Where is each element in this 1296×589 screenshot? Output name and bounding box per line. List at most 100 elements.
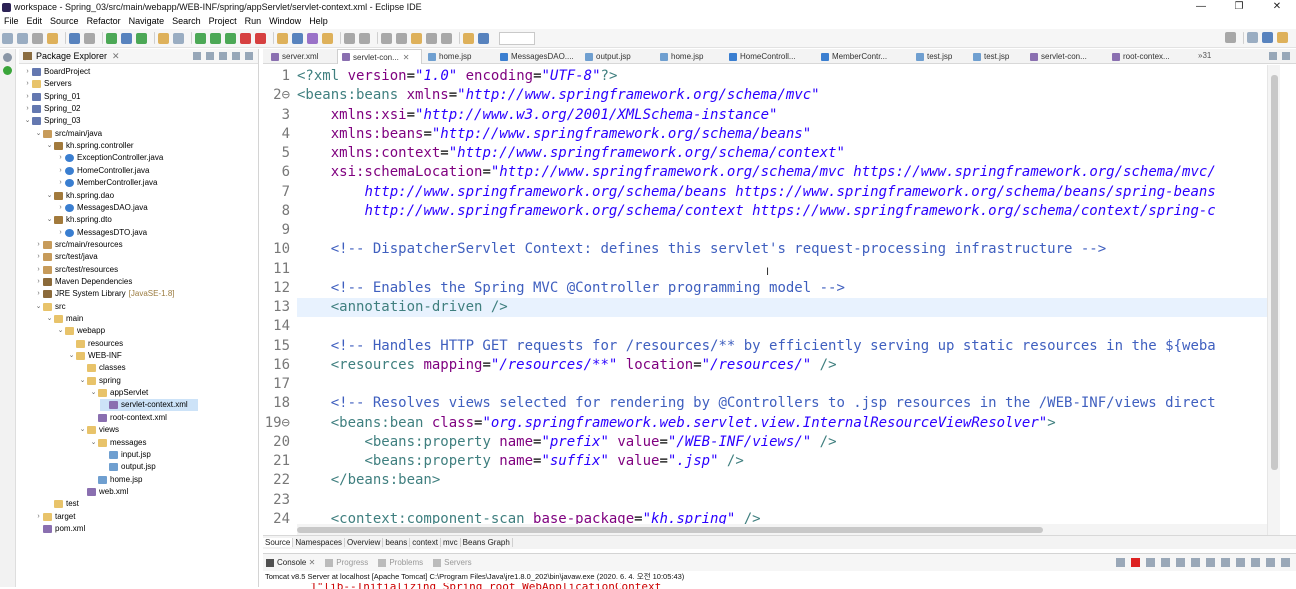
remove-all-icon[interactable] (1161, 558, 1170, 567)
tab-source[interactable]: Source (263, 538, 294, 547)
save-all-icon[interactable] (32, 32, 43, 44)
close-tab-icon[interactable]: ✕ (403, 53, 410, 62)
open-perspective-icon[interactable] (1247, 32, 1258, 43)
tree-item[interactable]: ⌄ webapp (56, 325, 105, 337)
show-on-output-icon[interactable] (1221, 558, 1230, 567)
tab-mvc[interactable]: mvc (441, 538, 461, 547)
chevron-right-icon[interactable]: › (23, 78, 32, 90)
close-window-button[interactable]: ✕ (1258, 0, 1296, 14)
tree-item[interactable]: ⌄ appServlet (89, 387, 148, 399)
search-icon[interactable] (1225, 32, 1236, 43)
java-perspective-icon[interactable] (1277, 32, 1288, 43)
chevron-down-icon[interactable]: ⌄ (34, 128, 43, 140)
chevron-down-icon[interactable]: ⌄ (34, 301, 43, 313)
tab-servers[interactable]: Servers (433, 558, 472, 567)
tree-item[interactable]: › Servers (23, 78, 72, 90)
pin-editor-icon[interactable] (463, 32, 474, 44)
menu-search[interactable]: Search (168, 16, 205, 26)
tab-problems[interactable]: Problems (378, 558, 423, 567)
next-annotation-icon[interactable] (381, 32, 392, 44)
new-spring-project-icon[interactable] (158, 32, 169, 44)
editor-tab[interactable]: server.xml (267, 49, 335, 64)
tree-item[interactable]: output.jsp (100, 461, 156, 473)
horizontal-scroll-thumb[interactable] (297, 527, 1043, 533)
clear-console-icon[interactable] (1176, 558, 1185, 567)
code-line[interactable]: <beans:property name="suffix" value=".js… (297, 452, 743, 471)
tree-item[interactable]: pom.xml (34, 523, 85, 535)
chevron-down-icon[interactable]: ⌄ (78, 375, 87, 387)
tree-item[interactable]: ⌄ src (34, 301, 66, 313)
open-folder-icon[interactable] (277, 32, 288, 44)
tree-item[interactable]: › MemberController.java (56, 177, 157, 189)
vertical-scrollbar[interactable] (1267, 65, 1280, 535)
code-line[interactable]: <?xml version="1.0" encoding="UTF-8"?> (297, 67, 617, 86)
tree-item[interactable]: › Spring_02 (23, 103, 80, 115)
chevron-down-icon[interactable]: ⌄ (67, 350, 76, 362)
editor-tab[interactable]: MessagesDAO.... (496, 49, 579, 64)
new-class-icon[interactable] (292, 32, 303, 44)
tree-item[interactable]: input.jsp (100, 449, 151, 461)
menu-window[interactable]: Window (265, 16, 305, 26)
tree-item[interactable]: ⌄ views (78, 424, 119, 436)
code-line[interactable]: <resources mapping="/resources/**" locat… (297, 356, 837, 375)
last-edit-icon[interactable] (411, 32, 422, 44)
menu-run[interactable]: Run (241, 16, 266, 26)
toggle-mark-occurrences-icon[interactable] (344, 32, 355, 44)
code-line[interactable]: xmlns:context="http://www.springframewor… (297, 144, 845, 163)
chevron-right-icon[interactable]: › (23, 66, 32, 78)
run-icon[interactable] (210, 32, 221, 44)
code-line[interactable]: xmlns:beans="http://www.springframework.… (297, 125, 811, 144)
view-menu-icon[interactable] (219, 52, 227, 60)
code-line[interactable]: <!-- Resolves views selected for renderi… (297, 394, 1216, 413)
maximize-editor-icon[interactable] (1282, 52, 1290, 60)
tab-context[interactable]: context (410, 538, 441, 547)
editor-tab[interactable]: MemberContr... (817, 49, 910, 64)
tree-item[interactable]: › HomeController.java (56, 165, 149, 177)
menu-help[interactable]: Help (305, 16, 332, 26)
tree-item[interactable]: resources (67, 338, 123, 350)
chevron-down-icon[interactable]: ⌄ (89, 387, 98, 399)
editor-tab[interactable]: home.jsp (424, 49, 494, 64)
chevron-right-icon[interactable]: › (23, 103, 32, 115)
minimize-button[interactable]: — (1182, 0, 1220, 14)
tree-item[interactable]: › Spring_01 (23, 91, 80, 103)
tree-item[interactable]: root-context.xml (89, 412, 167, 424)
code-line[interactable]: <annotation-driven /> (297, 298, 1267, 317)
code-line[interactable]: <beans:bean class="org.springframework.w… (297, 414, 1056, 433)
maximize-view-icon[interactable] (245, 52, 253, 60)
menu-refactor[interactable]: Refactor (83, 16, 125, 26)
tree-item[interactable]: › target (34, 511, 75, 523)
tab-overview[interactable]: Overview (345, 538, 384, 547)
maximize-console-icon[interactable] (1281, 558, 1290, 567)
code-line[interactable]: xmlns:xsi="http://www.w3.org/2001/XMLSch… (297, 106, 778, 125)
vertical-scroll-thumb[interactable] (1271, 75, 1278, 470)
word-wrap-icon[interactable] (1206, 558, 1215, 567)
menu-project[interactable]: Project (205, 16, 241, 26)
editor-tab[interactable]: root-contex... (1108, 49, 1188, 64)
chevron-right-icon[interactable]: › (34, 276, 43, 288)
menu-file[interactable]: File (0, 16, 23, 26)
chevron-right-icon[interactable]: › (56, 227, 65, 239)
tree-item[interactable]: classes (78, 362, 126, 374)
external-tools-icon[interactable] (255, 32, 266, 44)
remove-launch-icon[interactable] (1146, 558, 1155, 567)
previous-annotation-icon[interactable] (396, 32, 407, 44)
tree-item[interactable]: ⌄ kh.spring.dao (45, 190, 114, 202)
tree-item[interactable]: ⌄ Spring_03 (23, 115, 80, 127)
collapse-all-icon[interactable] (193, 52, 201, 60)
menu-edit[interactable]: Edit (23, 16, 47, 26)
terminate-icon[interactable] (1131, 558, 1140, 567)
code-line[interactable]: <beans:beans xmlns="http://www.springfra… (297, 86, 820, 105)
editor-tab[interactable]: test.jsp (912, 49, 967, 64)
tree-item[interactable]: ⌄ kh.spring.controller (45, 140, 134, 152)
chevron-down-icon[interactable]: ⌄ (23, 115, 32, 127)
tree-item[interactable]: › src/test/java (34, 251, 98, 263)
tree-item[interactable]: ⌄ main (45, 313, 83, 325)
server-start-icon[interactable] (106, 32, 117, 44)
code-line[interactable]: </beans:bean> (297, 471, 441, 490)
tree-item[interactable]: web.xml (78, 486, 128, 498)
tree-item[interactable]: ⌄ messages (89, 437, 146, 449)
save-icon[interactable] (17, 32, 28, 44)
code-line[interactable]: xsi:schemaLocation="http://www.springfra… (297, 163, 1216, 182)
display-selected-console-icon[interactable] (1236, 558, 1245, 567)
